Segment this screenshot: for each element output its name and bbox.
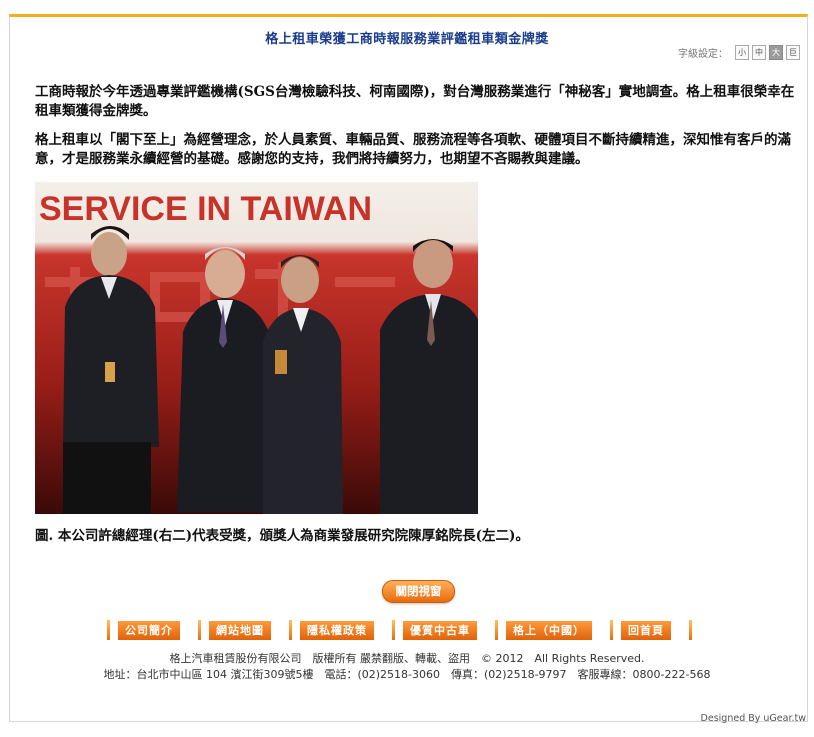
footer-link-home[interactable]: 回首頁 [621, 620, 671, 640]
font-size-huge-button[interactable]: 巨 [786, 45, 800, 60]
nav-separator [495, 620, 498, 640]
footer-link-sitemap[interactable]: 網站地圖 [209, 620, 271, 640]
font-size-label: 字級設定： [678, 49, 728, 60]
close-window-button[interactable]: 關閉視窗 [382, 580, 455, 603]
nav-separator [107, 620, 110, 640]
footer-link-china[interactable]: 格上（中國） [506, 620, 592, 640]
nav-separator [610, 620, 613, 640]
footer-link-about[interactable]: 公司簡介 [118, 620, 180, 640]
award-ceremony-photo: SERVICE IN TAIWAN [35, 182, 478, 514]
font-size-small-button[interactable]: 小 [735, 45, 749, 60]
photo-banner-text: SERVICE IN TAIWAN [39, 190, 372, 228]
footer-link-used-cars[interactable]: 優質中古車 [403, 620, 477, 640]
nav-separator [689, 620, 692, 640]
photo-caption: 圖. 本公司許總經理(右二)代表受獎，頒獎人為商業發展研究院陳厚銘院長(左二)。 [35, 528, 529, 544]
font-size-large-button[interactable]: 大 [769, 45, 783, 60]
article-paragraph-2: 格上租車以「閣下至上」為經營理念，於人員素質、車輛品質、服務流程等各項軟、硬體項… [35, 132, 791, 167]
footer-address: 地址：台北市中山區 104 濱江街309號5樓 電話：(02)2518-3060… [103, 668, 711, 681]
font-size-medium-button[interactable]: 中 [752, 45, 766, 60]
font-size-setting: 字級設定： 小 中 大 巨 [678, 45, 800, 60]
nav-separator [198, 620, 201, 640]
article-paragraph-1: 工商時報於今年透過專業評鑑機構(SGS台灣檢驗科技、柯南國際)，對台灣服務業進行… [35, 84, 795, 119]
footer-link-privacy[interactable]: 隱私權政策 [300, 620, 374, 640]
designed-by-credit[interactable]: Designed By uGear.tw [701, 713, 806, 724]
footer-copyright: 格上汽車租賃股份有限公司 版權所有 嚴禁翻版、轉載、盜用 © 2012 All … [169, 652, 645, 665]
nav-separator [392, 620, 395, 640]
nav-separator [289, 620, 292, 640]
footer-nav: 公司簡介 網站地圖 隱私權政策 優質中古車 格上（中國） 回首頁 [103, 620, 696, 640]
